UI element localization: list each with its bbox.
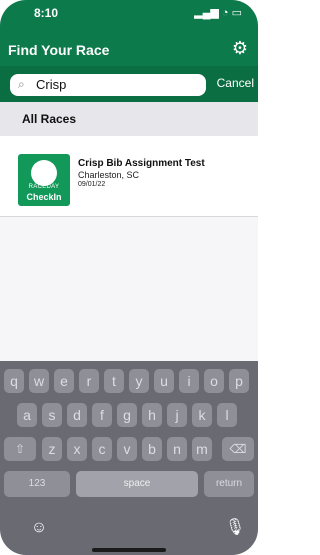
section-title: All Races (22, 112, 77, 126)
race-name: Crisp Bib Assignment Test (78, 158, 205, 169)
key-k[interactable]: k (192, 403, 212, 427)
keyboard: q w e r t y u i o p a s d f g h j k l ⇧ … (0, 361, 258, 555)
search-input[interactable] (36, 74, 196, 96)
key-y[interactable]: y (129, 369, 149, 393)
key-i[interactable]: i (179, 369, 199, 393)
key-u[interactable]: u (154, 369, 174, 393)
key-g[interactable]: g (117, 403, 137, 427)
key-c[interactable]: c (92, 437, 112, 461)
emoji-icon[interactable]: ☺ (28, 517, 50, 539)
key-h[interactable]: h (142, 403, 162, 427)
key-a[interactable]: a (17, 403, 37, 427)
space-key[interactable]: space (76, 471, 198, 497)
shift-icon[interactable]: ⇧ (4, 437, 36, 461)
key-p[interactable]: p (229, 369, 249, 393)
backspace-icon[interactable]: ⌫ (222, 437, 254, 461)
key-o[interactable]: o (204, 369, 224, 393)
cancel-button[interactable]: Cancel (217, 76, 254, 90)
raceday-checkin-logo: RACEDAY CheckIn (18, 154, 70, 206)
status-bar: 8:10 ▂▄▆ ◔ ▭ (0, 0, 258, 24)
phone-screen: 8:10 ▂▄▆ ◔ ▭ Find Your Race ⚙ ⌕ Cancel A… (0, 0, 258, 555)
logo-line2: CheckIn (26, 192, 62, 202)
key-q[interactable]: q (4, 369, 24, 393)
keyboard-row-3: ⇧ z x c v b n m ⌫ (0, 437, 258, 461)
keyboard-row-1: q w e r t y u i o p (0, 369, 258, 393)
status-time: 8:10 (34, 6, 59, 20)
race-location: Charleston, SC (78, 170, 140, 180)
key-n[interactable]: n (167, 437, 187, 461)
race-list-item[interactable]: RACEDAY CheckIn Crisp Bib Assignment Tes… (0, 136, 258, 217)
key-v[interactable]: v (117, 437, 137, 461)
key-d[interactable]: d (67, 403, 87, 427)
app-header: 8:10 ▂▄▆ ◔ ▭ Find Your Race ⚙ (0, 0, 258, 66)
keyboard-row-4: 123 space return (0, 471, 258, 497)
race-date: 09/01/22 (78, 181, 106, 188)
gear-icon[interactable]: ⚙ (232, 38, 248, 59)
key-x[interactable]: x (67, 437, 87, 461)
search-field[interactable]: ⌕ (10, 74, 206, 96)
section-header: All Races (0, 102, 258, 136)
numbers-key[interactable]: 123 (4, 471, 70, 497)
key-e[interactable]: e (54, 369, 74, 393)
logo-line1: RACEDAY (28, 184, 60, 190)
key-t[interactable]: t (104, 369, 124, 393)
key-j[interactable]: j (167, 403, 187, 427)
key-r[interactable]: r (79, 369, 99, 393)
keyboard-row-2: a s d f g h j k l (0, 403, 258, 427)
status-icons: ▂▄▆ ◔ ▭ (194, 7, 242, 19)
key-z[interactable]: z (42, 437, 62, 461)
key-l[interactable]: l (217, 403, 237, 427)
logo-mark (31, 160, 57, 186)
home-indicator (92, 548, 166, 552)
key-f[interactable]: f (92, 403, 112, 427)
key-b[interactable]: b (142, 437, 162, 461)
results-list: RACEDAY CheckIn Crisp Bib Assignment Tes… (0, 136, 258, 370)
keyboard-bottom-row: ☺ 🎙 (0, 517, 258, 545)
microphone-icon[interactable]: 🎙 (224, 517, 246, 539)
return-key[interactable]: return (204, 471, 254, 497)
key-w[interactable]: w (29, 369, 49, 393)
page-title: Find Your Race (8, 42, 110, 58)
key-m[interactable]: m (192, 437, 212, 461)
search-bar: ⌕ Cancel (0, 66, 258, 102)
search-icon: ⌕ (18, 77, 25, 91)
key-s[interactable]: s (42, 403, 62, 427)
